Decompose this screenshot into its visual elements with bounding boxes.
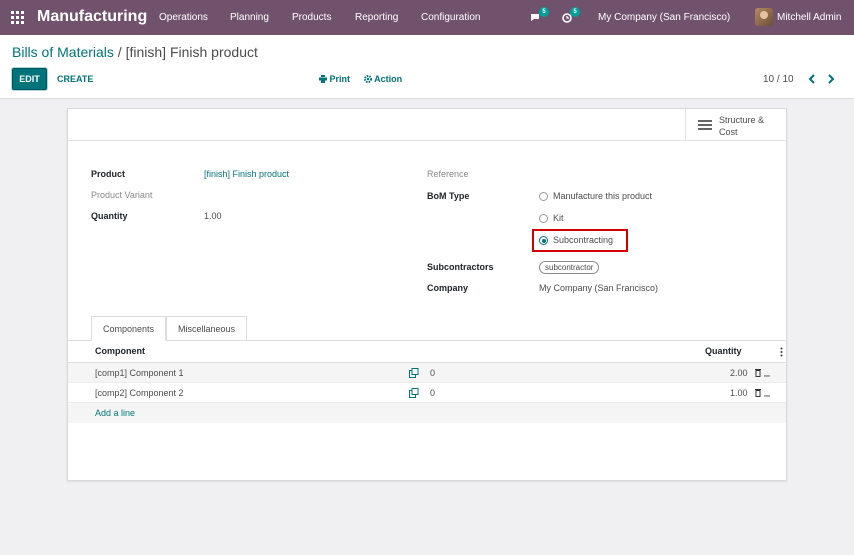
apps-menu-icon[interactable] — [11, 11, 24, 24]
company-label: Company — [427, 283, 469, 293]
column-header-component[interactable]: Component — [95, 346, 145, 356]
menu-planning[interactable]: Planning — [230, 12, 269, 23]
chevron-left-icon[interactable] — [806, 72, 818, 86]
company-field[interactable]: My Company (San Francisco) — [539, 283, 658, 293]
app-brand[interactable]: Manufacturing — [37, 8, 147, 26]
product-label: Product — [91, 169, 126, 179]
user-menu[interactable]: Mitchell Admin — [777, 12, 841, 23]
list-icon — [698, 120, 712, 130]
printer-icon — [319, 75, 327, 83]
add-line-row — [68, 403, 786, 423]
row-component[interactable]: [comp2] Component 2 — [95, 388, 184, 398]
forecast-report-icon[interactable] — [409, 388, 419, 398]
bom-type-subcontracting-label[interactable]: Subcontracting — [553, 235, 613, 245]
breadcrumb: Bills of Materials / [finish] Finish pro… — [12, 44, 258, 60]
row-forecast-qty: 0 — [430, 388, 436, 398]
reference-label: Reference — [427, 169, 469, 179]
gear-icon — [364, 75, 372, 83]
quantity-label: Quantity — [91, 211, 128, 221]
trash-icon[interactable] — [754, 388, 763, 397]
button-box: Structure & Cost — [68, 109, 786, 141]
breadcrumb-parent-link[interactable]: Bills of Materials — [12, 44, 114, 60]
chevron-right-icon[interactable] — [825, 72, 837, 86]
activities-icon[interactable]: 5 — [561, 7, 580, 25]
pager-value[interactable]: 10 / 10 — [763, 74, 794, 85]
structure-cost-button[interactable]: Structure & Cost — [685, 109, 786, 141]
product-field[interactable]: [finish] Finish product — [204, 169, 289, 179]
company-switcher[interactable]: My Company (San Francisco) — [598, 12, 730, 23]
tab-components[interactable]: Components — [91, 316, 166, 341]
tab-miscellaneous[interactable]: Miscellaneous — [166, 316, 247, 341]
create-button[interactable]: CREATE — [57, 74, 93, 84]
add-a-line-link[interactable]: Add a line — [95, 408, 135, 418]
top-navbar: Manufacturing Operations Planning Produc… — [0, 0, 854, 35]
row-quantity[interactable]: 1.00 — [730, 388, 748, 398]
subcontractors-label: Subcontractors — [427, 262, 494, 272]
user-avatar[interactable] — [755, 8, 773, 26]
quantity-field[interactable]: 1.00 — [204, 211, 222, 221]
bom-type-subcontracting-radio[interactable] — [539, 236, 548, 245]
trash-icon[interactable] — [754, 368, 763, 377]
bom-type-manufacture-radio[interactable] — [539, 192, 548, 201]
bom-type-label: BoM Type — [427, 191, 470, 201]
messages-count-badge: 5 — [539, 7, 549, 17]
edit-button[interactable]: EDIT — [12, 68, 47, 90]
subcontractor-tag[interactable]: subcontractor — [539, 261, 600, 274]
bom-type-manufacture-label[interactable]: Manufacture this product — [553, 191, 652, 201]
menu-operations[interactable]: Operations — [159, 12, 208, 23]
activities-count-badge: 5 — [570, 7, 580, 17]
breadcrumb-separator: / — [113, 44, 126, 60]
breadcrumb-current: [finish] Finish product — [125, 44, 258, 60]
messages-icon[interactable]: 5 — [530, 7, 549, 25]
forecast-report-icon[interactable] — [409, 368, 419, 378]
row-overflow-dots-icon — [764, 375, 770, 377]
action-label: Action — [374, 74, 403, 84]
row-quantity[interactable]: 2.00 — [730, 368, 748, 378]
menu-reporting[interactable]: Reporting — [355, 12, 398, 23]
column-header-quantity[interactable]: Quantity — [705, 346, 742, 356]
control-panel: Bills of Materials / [finish] Finish pro… — [0, 35, 854, 99]
form-sheet: Structure & Cost — [67, 108, 787, 481]
optional-columns-icon[interactable] — [780, 347, 783, 357]
structure-cost-label: Structure & Cost — [719, 115, 765, 137]
menu-configuration[interactable]: Configuration — [421, 12, 480, 23]
product-variant-label: Product Variant — [91, 190, 153, 200]
action-dropdown[interactable]: Action — [364, 74, 402, 84]
bom-type-kit-label[interactable]: Kit — [553, 213, 564, 223]
row-component[interactable]: [comp1] Component 1 — [95, 368, 184, 378]
row-overflow-dots-icon — [764, 395, 770, 397]
print-dropdown[interactable]: Print — [319, 74, 350, 84]
menu-products[interactable]: Products — [292, 12, 331, 23]
row-forecast-qty: 0 — [430, 368, 436, 378]
print-label: Print — [329, 74, 351, 84]
bom-type-kit-radio[interactable] — [539, 214, 548, 223]
